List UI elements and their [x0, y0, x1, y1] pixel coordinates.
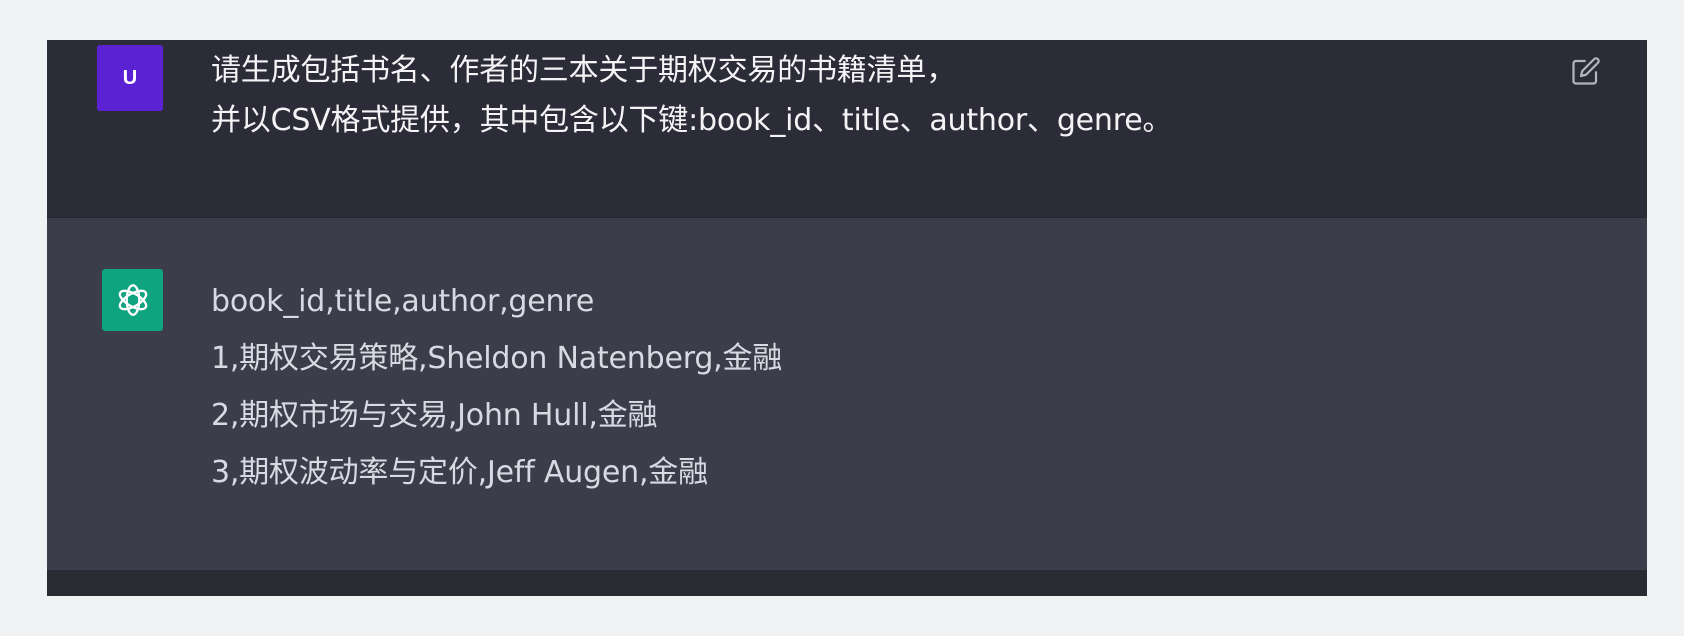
- chat-thread: U 请生成包括书名、作者的三本关于期权交易的书籍清单， 并以CSV格式提供，其中…: [47, 40, 1647, 596]
- csv-header-line: book_id,title,author,genre: [211, 284, 595, 319]
- user-message-line: 并以CSV格式提供，其中包含以下键:book_id、title、author、g…: [211, 103, 1173, 138]
- bottom-divider: [47, 570, 1647, 596]
- edit-message-button[interactable]: [1569, 54, 1603, 88]
- user-message-text: 请生成包括书名、作者的三本关于期权交易的书籍清单， 并以CSV格式提供，其中包含…: [211, 46, 1172, 146]
- assistant-avatar: [102, 269, 163, 331]
- user-message: U 请生成包括书名、作者的三本关于期权交易的书籍清单， 并以CSV格式提供，其中…: [47, 40, 1647, 218]
- assistant-message-text: book_id,title,author,genre 1,期权交易策略,Shel…: [211, 273, 782, 501]
- user-avatar-letter: U: [122, 66, 138, 89]
- user-avatar: U: [97, 45, 163, 111]
- csv-row: 1,期权交易策略,Sheldon Natenberg,金融: [211, 341, 783, 376]
- user-message-line: 请生成包括书名、作者的三本关于期权交易的书籍清单，: [211, 53, 956, 88]
- openai-logo-icon: [118, 284, 147, 316]
- csv-row: 2,期权市场与交易,John Hull,金融: [211, 398, 658, 433]
- edit-icon: [1572, 57, 1600, 85]
- csv-row: 3,期权波动率与定价,Jeff Augen,金融: [211, 455, 708, 490]
